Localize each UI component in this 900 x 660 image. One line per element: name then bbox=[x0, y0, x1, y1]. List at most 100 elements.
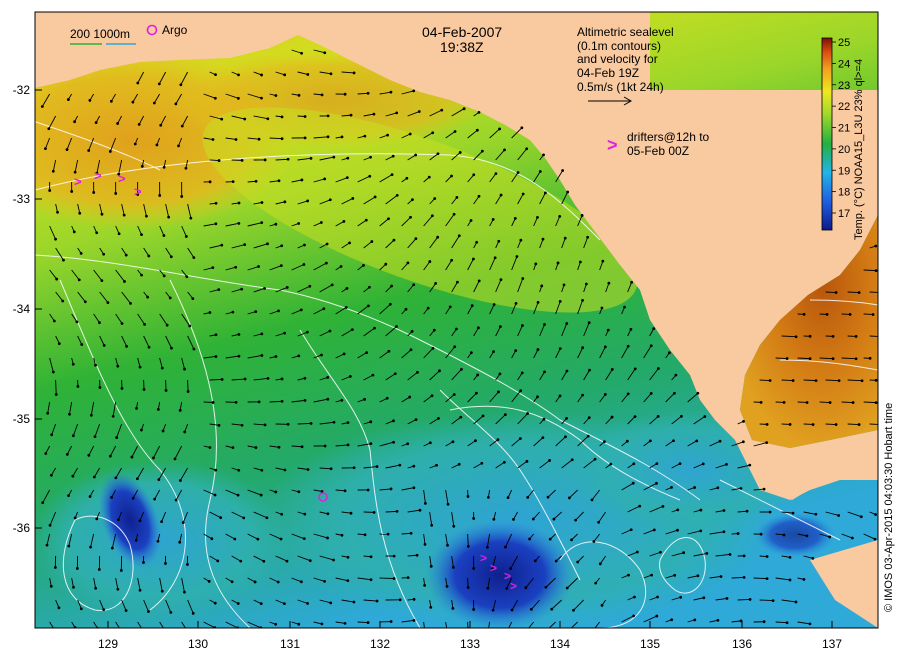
velocity-arrow-head bbox=[363, 397, 366, 401]
velocity-arrow-head bbox=[234, 400, 238, 404]
velocity-arrow-head bbox=[716, 486, 720, 490]
velocity-arrow-head bbox=[676, 508, 680, 512]
velocity-arrow-head bbox=[343, 489, 347, 493]
velocity-arrow-head bbox=[676, 528, 679, 532]
velocity-arrow-head bbox=[521, 277, 525, 280]
velocity-arrow-head bbox=[470, 304, 474, 308]
velocity-arrow-head bbox=[135, 406, 138, 410]
velocity-arrow-head bbox=[541, 436, 545, 440]
velocity-arrow-head bbox=[515, 255, 519, 258]
velocity-arrow-head bbox=[565, 369, 569, 373]
velocity-arrow-head bbox=[342, 352, 346, 356]
velocity-arrow-head bbox=[412, 486, 416, 490]
velocity-arrow-head bbox=[408, 132, 412, 136]
velocity-arrow-head bbox=[705, 552, 709, 555]
velocity-arrow-head bbox=[389, 487, 393, 491]
velocity-arrow-head bbox=[220, 243, 224, 247]
velocity-arrow-head bbox=[217, 423, 221, 427]
velocity-arrow-head bbox=[260, 468, 264, 472]
velocity-arrow-head bbox=[701, 462, 705, 466]
velocity-arrow-head bbox=[346, 421, 350, 425]
velocity-arrow-head bbox=[630, 280, 633, 284]
velocity-arrow-head bbox=[492, 350, 495, 354]
velocity-arrow-head bbox=[586, 235, 590, 239]
velocity-arrow-head bbox=[362, 263, 365, 267]
velocity-arrow-head bbox=[474, 439, 477, 443]
velocity-arrow-head bbox=[145, 214, 148, 218]
velocity-arrow-head bbox=[459, 367, 463, 371]
velocity-arrow-head bbox=[518, 437, 522, 440]
velocity-arrow-head bbox=[237, 333, 241, 336]
velocity-arrow-head bbox=[237, 468, 241, 472]
velocity-arrow-head bbox=[423, 542, 427, 546]
velocity-arrow-head bbox=[480, 461, 484, 465]
velocity-arrow-head bbox=[431, 131, 435, 135]
velocity-arrow-head bbox=[510, 608, 514, 612]
velocity-arrow-head bbox=[587, 416, 591, 420]
velocity-arrow-head bbox=[160, 589, 164, 593]
velocity-arrow-head bbox=[412, 283, 416, 287]
velocity-arrow-head bbox=[558, 214, 562, 218]
velocity-arrow-head bbox=[94, 121, 98, 124]
velocity-arrow-head bbox=[253, 580, 257, 584]
velocity-arrow-head bbox=[587, 321, 591, 325]
velocity-arrow-head bbox=[520, 371, 524, 375]
velocity-arrow-head bbox=[496, 438, 500, 442]
velocity-arrow-head bbox=[53, 566, 57, 569]
velocity-arrow-head bbox=[462, 107, 466, 111]
altimetry-line-3: and velocity for bbox=[577, 52, 658, 66]
velocity-arrow-head bbox=[46, 411, 50, 415]
colorbar-tick-label: 18 bbox=[838, 187, 850, 199]
velocity-arrow-head bbox=[340, 135, 344, 139]
velocity-arrow-head bbox=[213, 493, 217, 497]
velocity-arrow-head bbox=[326, 114, 330, 118]
velocity-arrow-head bbox=[326, 376, 330, 379]
velocity-arrow bbox=[737, 598, 751, 601]
velocity-arrow-head bbox=[233, 537, 237, 541]
velocity-arrow-head bbox=[109, 99, 113, 103]
drifter-marker: > bbox=[510, 579, 517, 593]
velocity-arrow-head bbox=[414, 237, 418, 241]
velocity-arrow-head bbox=[451, 606, 455, 610]
velocity-arrow-head bbox=[88, 99, 92, 102]
velocity-arrow-head bbox=[345, 286, 349, 290]
velocity-arrow-head bbox=[466, 495, 470, 498]
velocity-arrow-head bbox=[716, 618, 720, 622]
velocity-arrow-head bbox=[73, 120, 76, 124]
velocity-arrow-head bbox=[129, 301, 132, 305]
velocity-arrow-head bbox=[231, 446, 235, 450]
velocity-arrow-head bbox=[679, 595, 683, 599]
velocity-arrow-head bbox=[529, 607, 533, 611]
velocity-arrow-head bbox=[174, 498, 178, 502]
velocity-arrow-head bbox=[120, 322, 124, 325]
velocity-arrow-head bbox=[834, 291, 838, 294]
velocity-arrow-head bbox=[62, 258, 65, 262]
velocity-arrow-head bbox=[392, 554, 396, 558]
velocity-arrow-head bbox=[348, 374, 352, 378]
velocity-arrow-head bbox=[531, 517, 535, 521]
velocity-arrow-head bbox=[328, 329, 332, 333]
velocity-arrow-head bbox=[632, 462, 636, 466]
velocity-arrow-head bbox=[100, 212, 104, 216]
velocity-arrow-head bbox=[603, 345, 607, 349]
velocity-arrow-head bbox=[274, 490, 278, 494]
velocity-arrow-head bbox=[765, 422, 769, 426]
velocity-arrow-head bbox=[147, 254, 151, 258]
velocity-arrow-head bbox=[673, 573, 677, 577]
velocity-arrow-head bbox=[326, 397, 330, 401]
velocity-arrow bbox=[775, 357, 788, 360]
velocity-arrow-head bbox=[648, 439, 652, 443]
velocity-arrow-head bbox=[477, 194, 481, 198]
lat-tick-label: -34 bbox=[13, 302, 31, 316]
velocity-arrow-head bbox=[802, 312, 806, 316]
velocity-arrow-head bbox=[169, 255, 173, 259]
velocity-arrow-head bbox=[213, 96, 217, 100]
velocity-arrow-head bbox=[97, 568, 101, 571]
velocity-arrow-head bbox=[303, 243, 306, 247]
credit-text: © IMOS 03-Apr-2015 04:03:30 Hobart time bbox=[883, 403, 895, 612]
velocity-arrow-head bbox=[243, 243, 247, 247]
velocity-arrow-head bbox=[794, 600, 798, 604]
velocity-arrow-head bbox=[768, 379, 772, 382]
velocity-arrow-head bbox=[623, 305, 626, 309]
velocity-arrow-head bbox=[548, 459, 551, 462]
